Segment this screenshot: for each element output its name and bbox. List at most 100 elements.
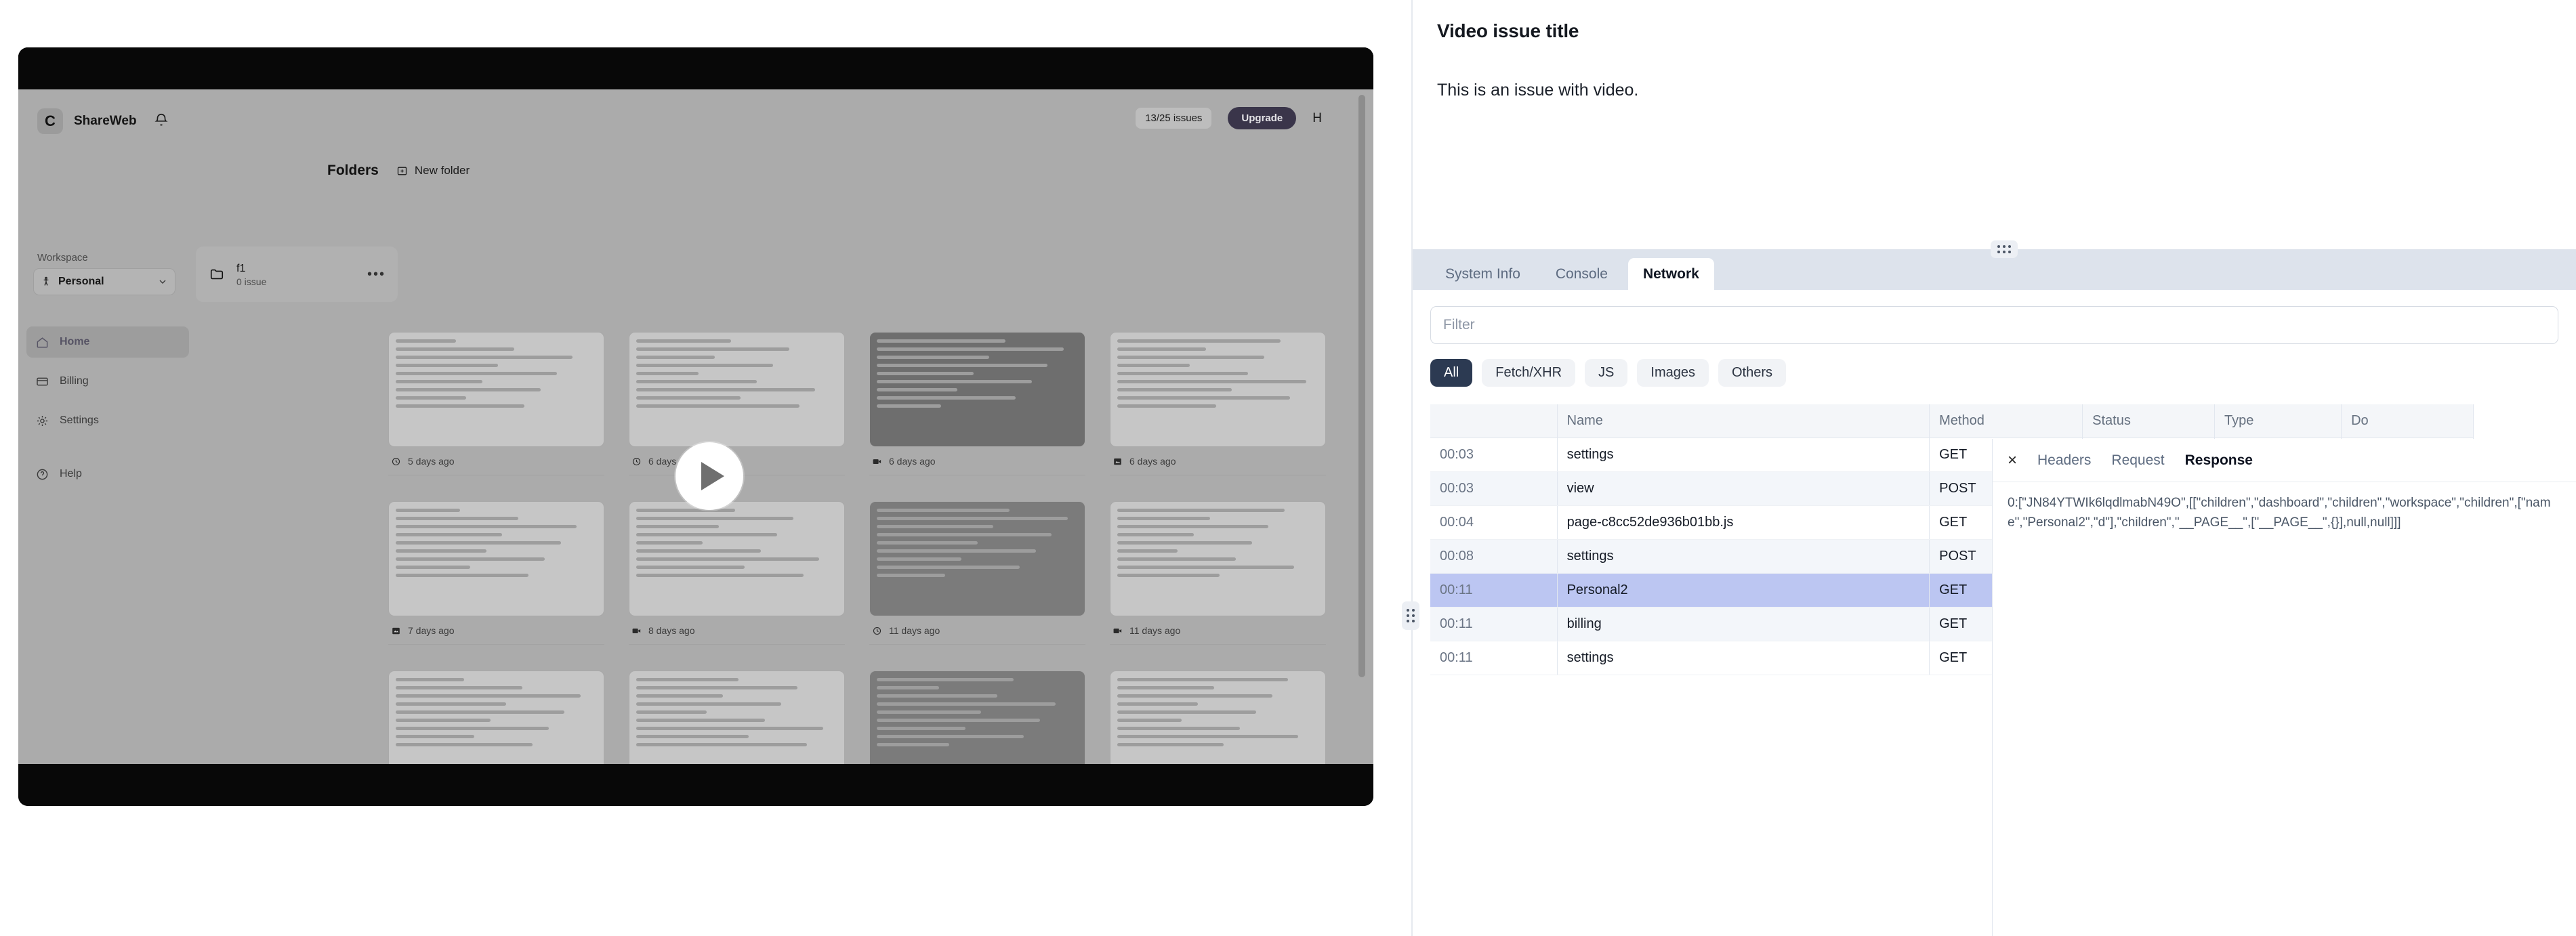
upgrade-button[interactable]: Upgrade [1228, 107, 1297, 129]
cell-name: settings [1557, 438, 1930, 472]
column-header-do[interactable]: Do [2341, 404, 2474, 438]
sidebar-item-home[interactable]: Home [26, 326, 189, 358]
recording-item[interactable]: 6 days ago [629, 332, 845, 475]
workspace-select[interactable]: Personal [33, 268, 175, 295]
recording-item[interactable]: 11 days ago [388, 671, 604, 764]
folder-issue-count: 0 issue [236, 276, 267, 287]
recording-item[interactable]: 5 days ago [388, 332, 604, 475]
detail-tab-headers[interactable]: Headers [2037, 452, 2091, 469]
sidebar-item-billing-label: Billing [60, 375, 89, 387]
thumbnail-placeholder-lines [396, 678, 597, 764]
column-header-status[interactable]: Status [2082, 404, 2216, 438]
request-detail-tabbar: × Headers Request Response [1993, 439, 2576, 482]
recording-item-age: 11 days ago [889, 625, 940, 636]
image-icon [392, 627, 400, 634]
chip-js[interactable]: JS [1585, 359, 1628, 387]
recording-item[interactable]: 26 days ago [629, 671, 845, 764]
folder-menu-icon[interactable]: ••• [367, 267, 386, 282]
column-header-name[interactable]: Name [1557, 404, 1930, 438]
panel-resize-handle-vertical[interactable] [1402, 601, 1419, 630]
recording-item[interactable]: 6 days ago [1110, 332, 1326, 475]
clock-icon [632, 457, 641, 465]
recording-item-age: 6 days ago [889, 456, 936, 467]
new-folder-button[interactable]: New folder [396, 164, 470, 177]
chip-images[interactable]: Images [1637, 359, 1709, 387]
recording-item-meta: 11 days ago [1110, 616, 1326, 645]
page-title: Video issue title [1437, 20, 1579, 41]
recording-thumbnail [1110, 332, 1326, 447]
recording-item-meta: 5 days ago [388, 447, 604, 475]
folder-name: f1 [236, 263, 246, 275]
tab-network[interactable]: Network [1627, 257, 1714, 290]
new-folder-label: New folder [414, 164, 470, 177]
thumbnail-placeholder-lines [1117, 339, 1318, 440]
video-player[interactable]: C ShareWeb Workspace Personal Home Billi… [18, 47, 1373, 806]
recording-thumbnail [869, 501, 1085, 616]
thumbnail-placeholder-lines [877, 509, 1078, 609]
tab-console[interactable]: Console [1541, 258, 1623, 290]
cell-time: 00:03 [1430, 438, 1558, 472]
recording-thumbnail [629, 332, 845, 447]
recording-item-meta: 7 days ago [388, 616, 604, 645]
play-icon [701, 462, 724, 490]
workspace-value: Personal [58, 276, 104, 287]
recording-item[interactable]: 8 days ago [629, 501, 845, 645]
recording-main: 13/25 issues Upgrade H Folders New folde… [196, 89, 1373, 764]
column-header-type[interactable]: Type [2214, 404, 2342, 438]
network-table-header-row: Name Method Status Type Do [1430, 404, 2474, 438]
sidebar-item-help[interactable]: Help [26, 459, 189, 490]
cell-time: 00:08 [1430, 539, 1558, 574]
recording-item[interactable]: 27 days ago [869, 671, 1085, 764]
recording-thumbnail [1110, 671, 1326, 764]
detail-tab-response[interactable]: Response [2185, 452, 2253, 469]
video-icon [873, 459, 881, 464]
recording-item-meta: 8 days ago [629, 616, 845, 645]
cell-time: 00:11 [1430, 607, 1558, 641]
panel-resize-handle-horizontal[interactable] [1991, 240, 2018, 258]
sidebar-item-billing[interactable]: Billing [26, 366, 189, 397]
chip-others[interactable]: Others [1718, 359, 1787, 387]
recording-item[interactable]: 11 days ago [1110, 501, 1326, 645]
close-icon[interactable]: × [2008, 452, 2017, 469]
recording-thumbnail [869, 332, 1085, 447]
column-header-method[interactable]: Method [1929, 404, 2083, 438]
recording-item-age: 5 days ago [408, 456, 455, 467]
recording-item-age: 8 days ago [648, 625, 695, 636]
gear-icon [37, 415, 48, 426]
question-circle-icon [37, 469, 48, 480]
recorded-screen: C ShareWeb Workspace Personal Home Billi… [18, 89, 1373, 764]
thumbnail-placeholder-lines [396, 339, 597, 440]
folder-card-f1[interactable]: f1 0 issue ••• [196, 247, 398, 302]
recording-item[interactable]: 11 days ago [869, 501, 1085, 645]
avatar[interactable]: H [1312, 111, 1326, 126]
app-root: C ShareWeb Workspace Personal Home Billi… [0, 0, 2576, 936]
recording-item[interactable]: 6 days ago [869, 332, 1085, 475]
recording-item-meta: 6 days ago [1110, 447, 1326, 475]
cell-name: page-c8cc52de936b01bb.js [1557, 505, 1930, 540]
thumbnail-placeholder-lines [1117, 509, 1318, 609]
column-header-time[interactable] [1430, 404, 1558, 438]
filter-input[interactable] [1430, 306, 2558, 344]
thumbnail-placeholder-lines [396, 509, 597, 609]
new-folder-icon [397, 167, 407, 175]
type-filter-chips: All Fetch/XHR JS Images Others [1430, 359, 2558, 387]
request-detail-panel: × Headers Request Response 0:["JN84YTWIk6l… [1992, 439, 2576, 936]
sidebar-item-help-label: Help [60, 468, 82, 480]
chip-fetch-xhr[interactable]: Fetch/XHR [1482, 359, 1576, 387]
clock-icon [873, 626, 881, 635]
issues-quota-badge: 13/25 issues [1136, 108, 1212, 129]
play-button[interactable] [676, 442, 743, 510]
thumbnail-placeholder-lines [1117, 678, 1318, 764]
sidebar-item-settings[interactable]: Settings [26, 405, 189, 436]
chip-all[interactable]: All [1430, 359, 1473, 387]
recording-item-age: 7 days ago [408, 625, 455, 636]
recording-item-grid: 5 days ago 6 days ago 6 days ago 6 days ago… [388, 332, 1326, 764]
thumbnail-placeholder-lines [636, 509, 837, 609]
recording-thumbnail [1110, 501, 1326, 616]
recording-item[interactable]: 27 days ago [1110, 671, 1326, 764]
tab-system-info[interactable]: System Info [1430, 258, 1535, 290]
clock-icon [392, 457, 400, 465]
detail-tab-request[interactable]: Request [2111, 452, 2164, 469]
cell-name: settings [1557, 641, 1930, 675]
recording-item[interactable]: 7 days ago [388, 501, 604, 645]
